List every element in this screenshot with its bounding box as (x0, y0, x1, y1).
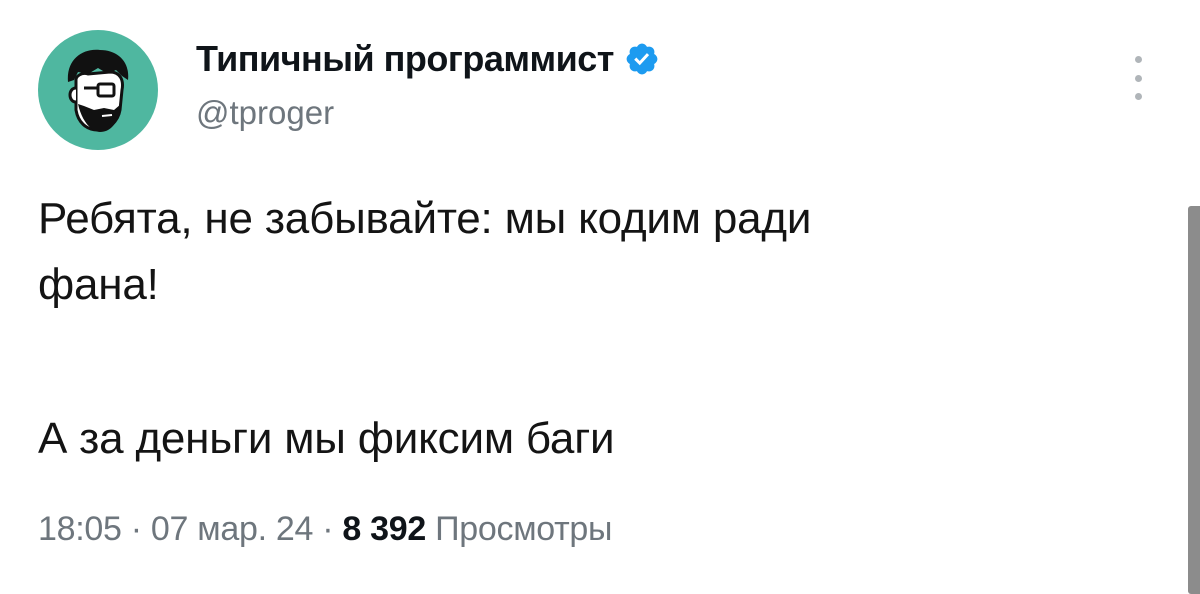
more-dot (1134, 74, 1142, 82)
author-name-text: Типичный программист (196, 38, 614, 79)
views-count[interactable]: 8 392 (342, 510, 426, 548)
avatar[interactable] (38, 30, 158, 150)
more-dot (1134, 56, 1142, 63)
author-display-name[interactable]: Типичный программист (196, 38, 660, 80)
tweet-time[interactable]: 18:05 (38, 510, 122, 548)
tweet-card: Типичный программист @tproger Ребята, не… (0, 0, 1200, 594)
views-label: Просмотры (435, 510, 613, 548)
avatar-face-icon (67, 49, 129, 132)
tweet-text-line: Ребята, не забывайте: мы кодим ради (38, 194, 812, 243)
tweet-text-line: фана! (38, 260, 159, 309)
tweet-text-line: А за деньги мы фиксим баги (38, 414, 615, 463)
meta-separator: · (313, 510, 343, 548)
meta-separator: · (121, 510, 151, 548)
verified-badge-icon (624, 41, 660, 77)
more-dot (1134, 93, 1142, 100)
more-vertical-icon[interactable] (1126, 56, 1150, 100)
tweet-text: Ребята, не забывайте: мы кодим ради фана… (38, 186, 1118, 472)
tweet-meta: 18:05 · 07 мар. 24 · 8 392 Просмотры (38, 510, 612, 549)
scrollbar[interactable] (1188, 206, 1200, 594)
tweet-date[interactable]: 07 мар. 24 (151, 510, 313, 548)
author-handle[interactable]: @tproger (196, 94, 334, 132)
